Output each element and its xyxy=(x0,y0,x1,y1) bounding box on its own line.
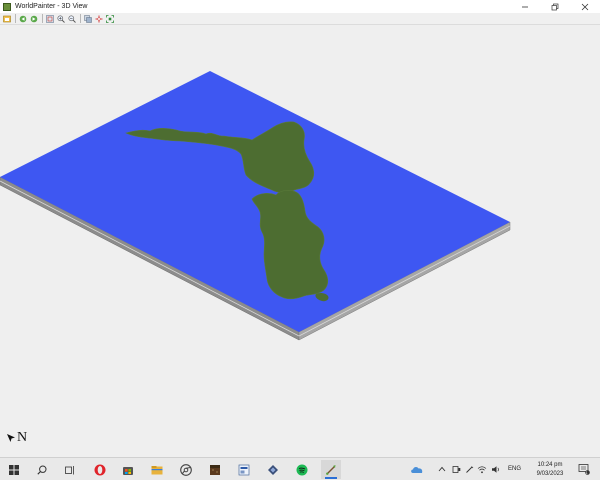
notification-icon xyxy=(578,464,590,475)
opera-icon xyxy=(94,464,106,475)
clock-date: 9/03/2023 xyxy=(536,471,564,477)
speaker-icon xyxy=(492,465,499,473)
chromium-icon xyxy=(180,463,192,476)
minimize-button[interactable] xyxy=(510,0,540,13)
close-icon xyxy=(581,3,589,10)
window-controls xyxy=(510,0,600,13)
rotate-right-icon xyxy=(30,15,37,22)
minecraft-taskbar-button[interactable] xyxy=(205,460,225,479)
move-to-spawn-icon xyxy=(95,15,102,22)
notification-center-button[interactable]: 1 xyxy=(578,463,590,475)
save-image-icon xyxy=(2,15,11,22)
reset-view-icon xyxy=(45,14,54,23)
spotify-icon xyxy=(296,464,308,475)
layers-button[interactable] xyxy=(83,14,92,23)
device-tray-button[interactable] xyxy=(451,464,461,474)
compass-north-label: N xyxy=(17,430,28,445)
worldpainter-app-icon xyxy=(3,2,11,11)
show-hidden-icons-button[interactable] xyxy=(437,464,447,474)
world-3d-render xyxy=(0,71,511,341)
close-button[interactable] xyxy=(570,0,600,13)
onedrive-tray-button[interactable] xyxy=(410,464,424,474)
wifi-icon xyxy=(477,465,487,473)
app-taskbar-button[interactable] xyxy=(234,460,254,479)
pen-tray-button[interactable] xyxy=(464,464,474,474)
layers-icon xyxy=(83,14,92,23)
reset-view-button[interactable] xyxy=(45,14,54,23)
store-taskbar-button[interactable] xyxy=(118,460,138,479)
worldpainter-icon xyxy=(326,464,336,475)
fit-to-view-button[interactable] xyxy=(105,14,114,23)
onedrive-cloud-icon xyxy=(411,466,423,473)
start-button[interactable] xyxy=(4,460,24,479)
search-icon xyxy=(37,464,47,475)
chevron-up-icon xyxy=(438,466,446,472)
taskbar-clock[interactable]: 10:24 pm 9/03/2023 xyxy=(528,461,572,479)
north-arrow-icon xyxy=(7,434,15,442)
rotate-right-button[interactable] xyxy=(29,14,38,23)
maximize-icon xyxy=(551,3,559,10)
toolbar-separator xyxy=(15,14,16,23)
task-view-icon xyxy=(65,465,74,474)
app-icon xyxy=(238,464,250,475)
windows-taskbar: ENG 10:24 pm 9/03/2023 1 xyxy=(0,457,600,480)
opera-taskbar-button[interactable] xyxy=(90,460,110,479)
minecraft-icon xyxy=(210,464,220,475)
language-indicator[interactable]: ENG xyxy=(508,466,521,472)
network-app-taskbar-button[interactable] xyxy=(263,460,283,479)
3d-view-canvas[interactable]: N xyxy=(0,25,600,457)
rotate-left-button[interactable] xyxy=(18,14,27,23)
rotate-left-icon xyxy=(19,15,26,22)
view-toolbar xyxy=(0,13,600,25)
save-image-button[interactable] xyxy=(2,14,11,23)
toolbar-separator xyxy=(80,14,81,23)
wifi-tray-button[interactable] xyxy=(477,464,487,474)
search-button[interactable] xyxy=(32,460,52,479)
volume-tray-button[interactable] xyxy=(491,464,501,474)
minimize-icon xyxy=(522,6,528,7)
chromium-taskbar-button[interactable] xyxy=(176,460,196,479)
network-app-icon xyxy=(268,464,278,475)
maximize-button[interactable] xyxy=(540,0,570,13)
worldpainter-taskbar-button[interactable] xyxy=(321,460,341,479)
move-to-spawn-button[interactable] xyxy=(94,14,103,23)
zoom-out-button[interactable] xyxy=(67,14,76,23)
windows-start-icon xyxy=(9,464,19,475)
compass-indicator: N xyxy=(6,430,27,446)
clock-time: 10:24 pm xyxy=(537,462,563,468)
zoom-in-icon xyxy=(56,14,65,23)
zoom-in-button[interactable] xyxy=(56,14,65,23)
window-title: WorldPainter - 3D View xyxy=(15,3,88,10)
notification-count-badge: 1 xyxy=(585,470,588,475)
file-explorer-icon xyxy=(151,465,163,474)
toolbar-separator xyxy=(42,14,43,23)
zoom-out-icon xyxy=(67,14,76,23)
device-icon xyxy=(452,465,460,473)
title-bar: WorldPainter - 3D View xyxy=(0,0,600,13)
file-explorer-taskbar-button[interactable] xyxy=(147,460,167,479)
pen-icon xyxy=(465,465,473,473)
fit-to-view-icon xyxy=(105,14,114,23)
store-icon xyxy=(123,466,133,475)
task-view-button[interactable] xyxy=(60,460,80,479)
spotify-taskbar-button[interactable] xyxy=(292,460,312,479)
